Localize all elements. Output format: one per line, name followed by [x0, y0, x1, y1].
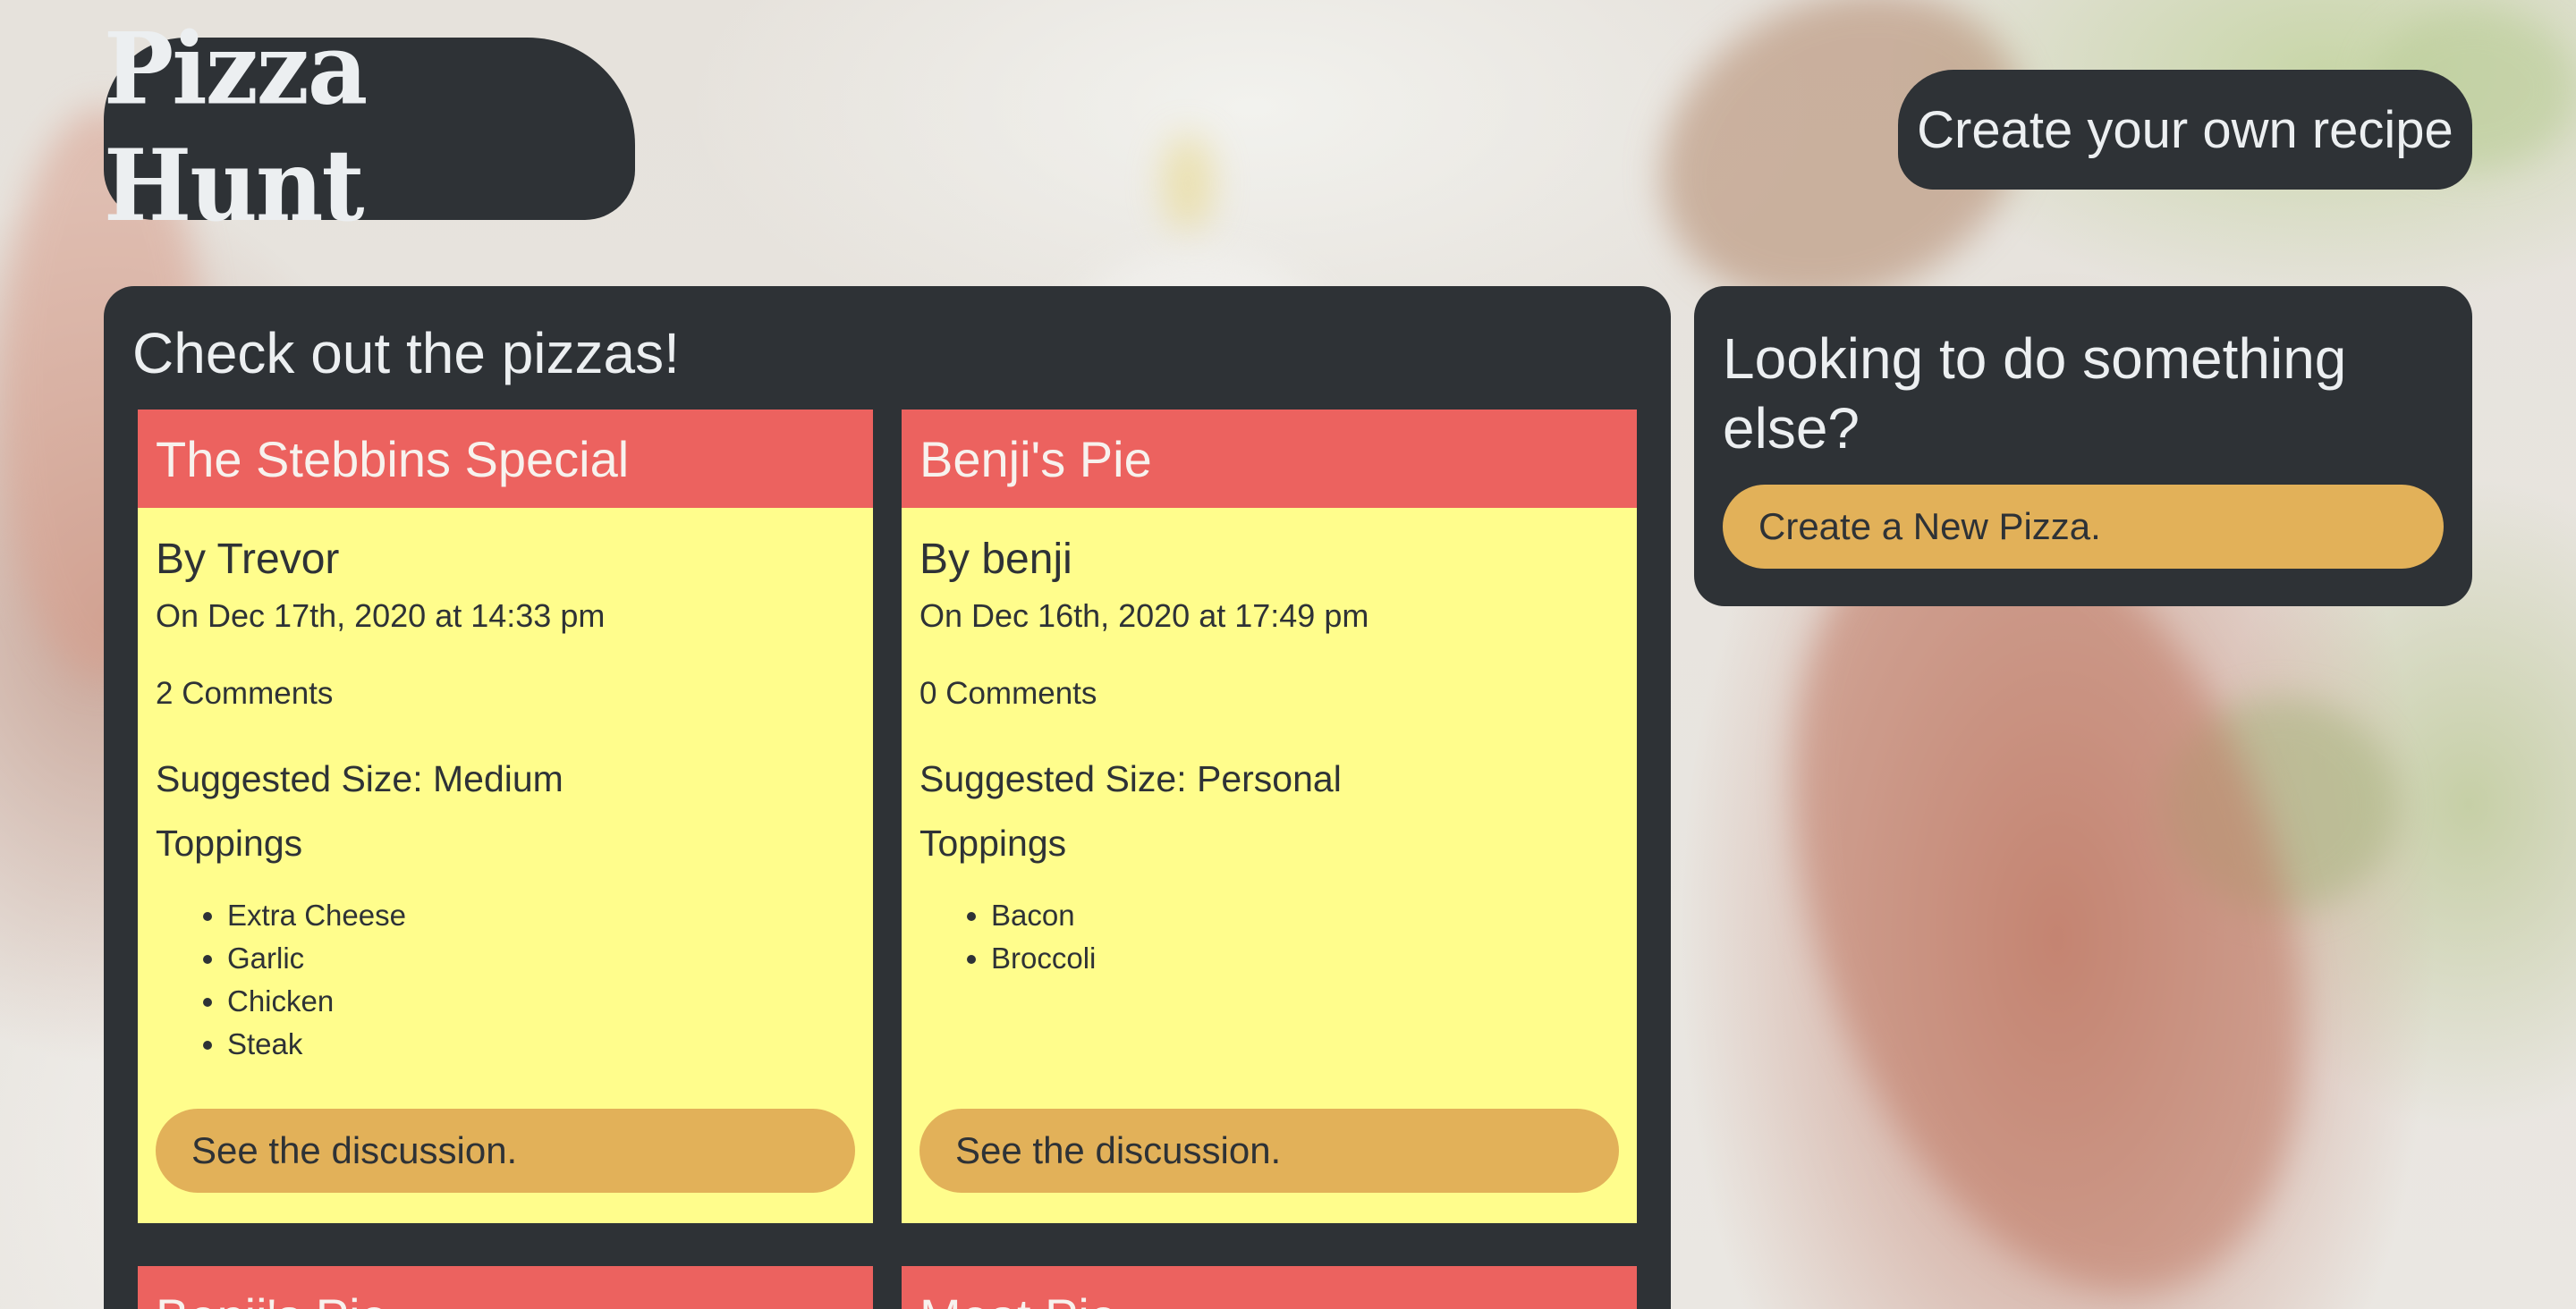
- pizza-list-title: Check out the pizzas!: [132, 321, 680, 385]
- pizza-card-partial: Benji's Pie: [138, 1266, 873, 1309]
- topping-item: Bacon: [991, 894, 1096, 937]
- site-logo[interactable]: Pizza Hunt: [104, 11, 635, 243]
- create-new-pizza-button[interactable]: Create a New Pizza.: [1723, 485, 2444, 569]
- pizza-card-partial: Meat Pie: [902, 1266, 1637, 1309]
- toppings-label: Toppings: [919, 823, 1067, 864]
- pizza-card-title: The Stebbins Special: [138, 410, 873, 508]
- pizza-comment-count: 0 Comments: [919, 676, 1097, 711]
- pizza-author: By benji: [919, 536, 1072, 583]
- topping-item: Chicken: [227, 980, 406, 1023]
- pizza-comment-count: 2 Comments: [156, 676, 334, 711]
- side-panel: Looking to do something else? Create a N…: [1694, 286, 2472, 606]
- logo-text: Pizza Hunt: [104, 10, 368, 244]
- pizza-suggested-size: Suggested Size: Medium: [156, 758, 564, 799]
- pizza-author: By Trevor: [156, 536, 340, 583]
- topping-item: Extra Cheese: [227, 894, 406, 937]
- pizza-card-title: Meat Pie: [919, 1288, 1117, 1309]
- toppings-label: Toppings: [156, 823, 303, 864]
- see-discussion-button[interactable]: See the discussion.: [156, 1109, 855, 1193]
- pizza-card: Benji's Pie By benji On Dec 16th, 2020 a…: [902, 410, 1637, 1223]
- pizza-suggested-size: Suggested Size: Personal: [919, 758, 1342, 799]
- pizza-date: On Dec 16th, 2020 at 17:49 pm: [919, 597, 1369, 634]
- pizza-list-panel: Check out the pizzas! The Stebbins Speci…: [104, 286, 1671, 1309]
- pizza-date: On Dec 17th, 2020 at 14:33 pm: [156, 597, 606, 634]
- pizza-card-title: Benji's Pie: [902, 410, 1637, 508]
- toppings-list: Extra Cheese Garlic Chicken Steak: [156, 894, 406, 1066]
- toppings-list: Bacon Broccoli: [919, 894, 1096, 980]
- side-panel-title: Looking to do something else?: [1723, 326, 2347, 460]
- see-discussion-button[interactable]: See the discussion.: [919, 1109, 1619, 1193]
- topping-item: Steak: [227, 1023, 406, 1066]
- pizza-card: The Stebbins Special By Trevor On Dec 17…: [138, 410, 873, 1223]
- pizza-card-title: Benji's Pie: [156, 1288, 388, 1309]
- create-recipe-button[interactable]: Create your own recipe: [1898, 70, 2472, 190]
- topping-item: Broccoli: [991, 937, 1096, 980]
- topping-item: Garlic: [227, 937, 406, 980]
